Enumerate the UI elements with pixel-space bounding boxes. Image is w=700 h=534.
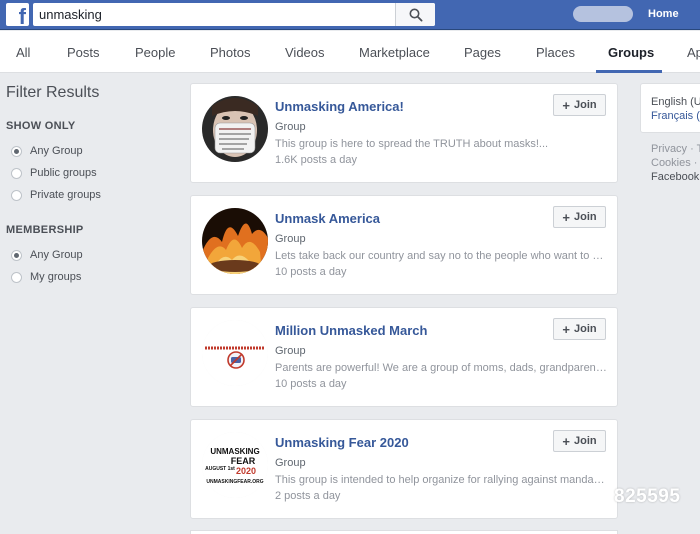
next-result-card-edge bbox=[190, 530, 618, 534]
language-english[interactable]: English (U bbox=[651, 96, 700, 108]
group-avatar-masked-face[interactable] bbox=[202, 96, 268, 162]
membership-any-group[interactable]: Any Group bbox=[6, 244, 176, 266]
radio-selected-icon bbox=[11, 145, 22, 157]
top-bar: f Home bbox=[0, 0, 700, 30]
search-button[interactable] bbox=[395, 3, 435, 26]
group-name-link[interactable]: Unmasking America! bbox=[275, 99, 404, 114]
membership-my-groups[interactable]: My groups bbox=[6, 266, 176, 288]
group-type: Group bbox=[275, 233, 306, 245]
group-name-link[interactable]: Unmasking Fear 2020 bbox=[275, 435, 409, 450]
group-avatar-burning-mask[interactable] bbox=[202, 208, 268, 274]
tab-groups[interactable]: Groups bbox=[608, 45, 654, 60]
group-result-card: Million Unmasked March Group Parents are… bbox=[190, 307, 618, 407]
plus-icon: + bbox=[562, 433, 570, 449]
tab-posts[interactable]: Posts bbox=[67, 45, 100, 60]
group-result-card: Unmask America Group Lets take back our … bbox=[190, 195, 618, 295]
tab-people[interactable]: People bbox=[135, 45, 175, 60]
tab-places[interactable]: Places bbox=[536, 45, 575, 60]
image-watermark: 825595 bbox=[614, 486, 681, 507]
show-only-private-groups[interactable]: Private groups bbox=[6, 184, 176, 206]
membership-heading: MEMBERSHIP bbox=[6, 224, 84, 236]
plus-icon: + bbox=[562, 321, 570, 337]
group-description: Parents are powerful! We are a group of … bbox=[275, 362, 607, 374]
show-only-public-groups[interactable]: Public groups bbox=[6, 162, 176, 184]
plus-icon: + bbox=[562, 209, 570, 225]
home-link[interactable]: Home bbox=[648, 8, 679, 20]
active-tab-indicator bbox=[596, 70, 662, 73]
group-avatar-no-mask-logo[interactable] bbox=[202, 320, 268, 386]
tab-videos[interactable]: Videos bbox=[285, 45, 325, 60]
join-button[interactable]: + Join bbox=[553, 94, 606, 116]
group-activity: 10 posts a day bbox=[275, 266, 347, 278]
svg-text:FEAR: FEAR bbox=[231, 456, 256, 466]
group-type: Group bbox=[275, 121, 306, 133]
join-button[interactable]: + Join bbox=[553, 206, 606, 228]
tab-marketplace[interactable]: Marketplace bbox=[359, 45, 430, 60]
search-tabs: All Posts People Photos Videos Marketpla… bbox=[0, 31, 700, 73]
group-activity: 2 posts a day bbox=[275, 490, 341, 502]
radio-icon bbox=[11, 167, 22, 179]
tab-all[interactable]: All bbox=[16, 45, 30, 60]
search-icon bbox=[409, 8, 423, 22]
tab-apps[interactable]: Ap bbox=[687, 45, 700, 60]
search-input[interactable] bbox=[33, 3, 393, 26]
radio-icon bbox=[11, 271, 22, 283]
filter-results-title: Filter Results bbox=[6, 84, 100, 101]
filter-results-panel: Filter Results SHOW ONLY Any Group Publi… bbox=[6, 84, 176, 288]
group-result-card: UNMASKING FEAR 2020 AUGUST 1st UNMASKING… bbox=[190, 419, 618, 519]
show-only-any-group[interactable]: Any Group bbox=[6, 140, 176, 162]
group-type: Group bbox=[275, 345, 306, 357]
tab-photos[interactable]: Photos bbox=[210, 45, 250, 60]
radio-icon bbox=[11, 189, 22, 201]
group-name-link[interactable]: Unmask America bbox=[275, 211, 380, 226]
language-box: English (U Français ( bbox=[640, 83, 700, 133]
footer-facebook-copyright: Facebook bbox=[651, 171, 700, 183]
group-avatar-unmasking-fear-logo[interactable]: UNMASKING FEAR 2020 AUGUST 1st UNMASKING… bbox=[202, 432, 268, 498]
tab-pages[interactable]: Pages bbox=[464, 45, 501, 60]
search-box bbox=[33, 3, 435, 26]
join-button[interactable]: + Join bbox=[553, 430, 606, 452]
svg-text:AUGUST 1st: AUGUST 1st bbox=[205, 466, 235, 472]
group-activity: 10 posts a day bbox=[275, 378, 347, 390]
footer-cookies-link[interactable]: Cookies · bbox=[651, 157, 697, 169]
footer-privacy-link[interactable]: Privacy · T bbox=[651, 143, 700, 155]
group-name-link[interactable]: Million Unmasked March bbox=[275, 323, 427, 338]
language-french[interactable]: Français ( bbox=[651, 110, 700, 122]
svg-text:UNMASKING: UNMASKING bbox=[210, 447, 259, 456]
show-only-heading: SHOW ONLY bbox=[6, 120, 76, 132]
group-result-card: Unmasking America! Group This group is h… bbox=[190, 83, 618, 183]
facebook-logo[interactable]: f bbox=[6, 3, 29, 28]
group-activity: 1.6K posts a day bbox=[275, 154, 357, 166]
group-type: Group bbox=[275, 457, 306, 469]
join-button[interactable]: + Join bbox=[553, 318, 606, 340]
group-description: This group is intended to help organize … bbox=[275, 474, 607, 486]
radio-selected-icon bbox=[11, 249, 22, 261]
plus-icon: + bbox=[562, 97, 570, 113]
svg-text:2020: 2020 bbox=[236, 466, 256, 476]
group-description: This group is here to spread the TRUTH a… bbox=[275, 138, 549, 150]
group-description: Lets take back our country and say no to… bbox=[275, 250, 607, 262]
svg-text:UNMASKINGFEAR.ORG: UNMASKINGFEAR.ORG bbox=[206, 479, 263, 485]
profile-name-redacted[interactable] bbox=[573, 6, 633, 22]
